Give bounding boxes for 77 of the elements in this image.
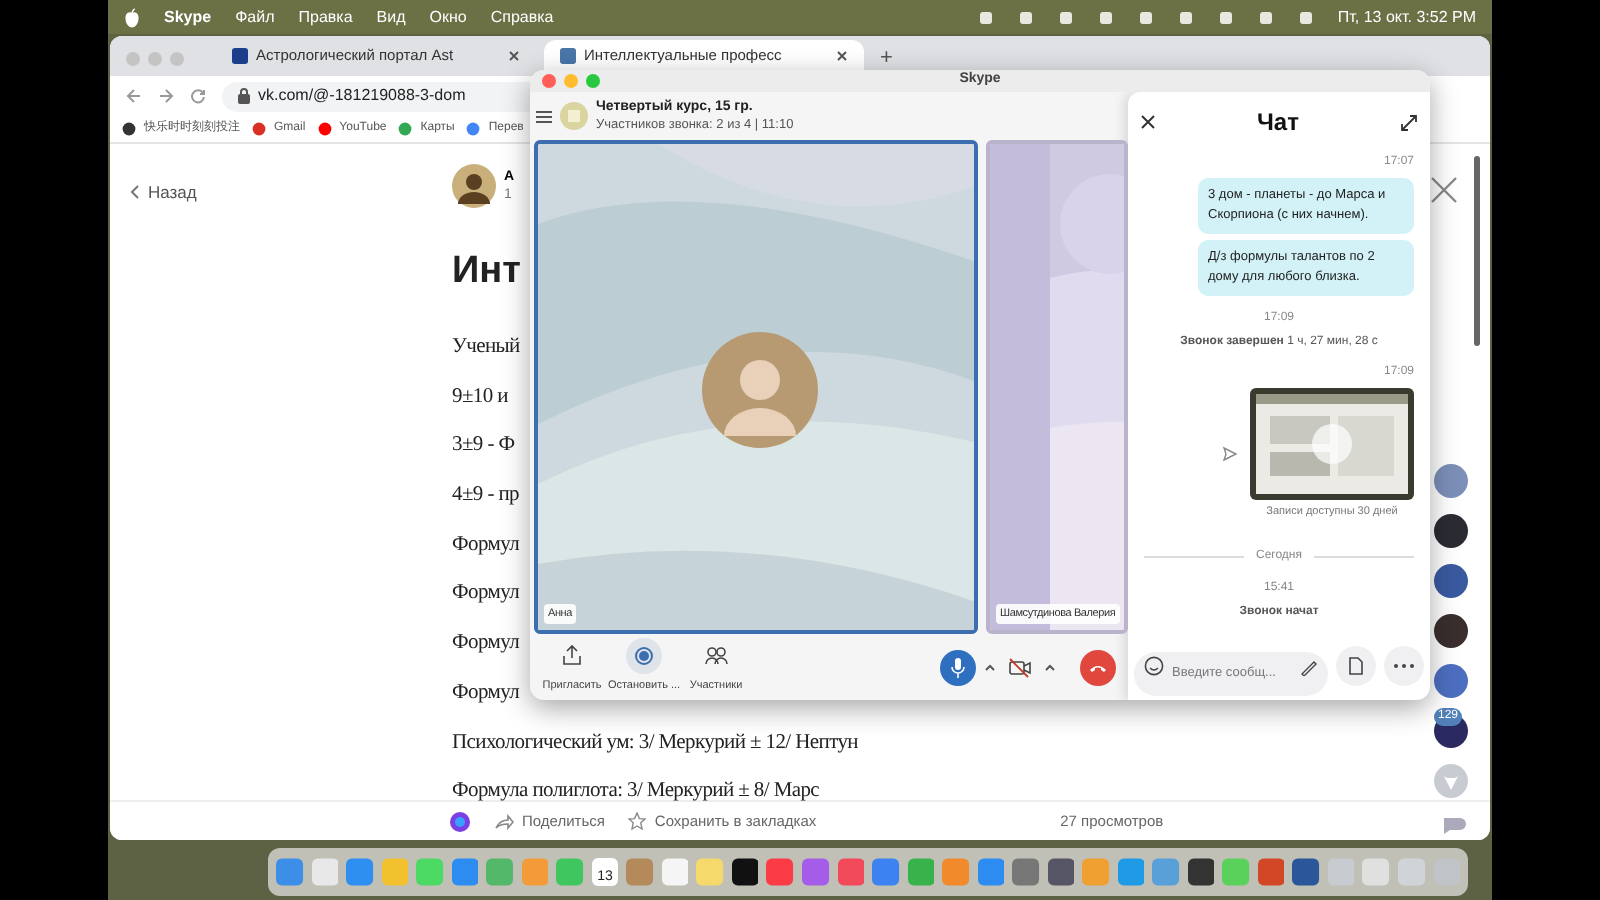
scrollbar[interactable]	[1474, 156, 1480, 346]
phone-icon	[1088, 661, 1108, 673]
forward-icon[interactable]	[158, 88, 174, 104]
status-icon[interactable]	[1017, 9, 1034, 25]
article-paragraph: 9±10 и	[452, 383, 508, 411]
article-paragraph: Формул	[452, 580, 520, 608]
status-icon[interactable]	[1057, 9, 1074, 25]
caret-icon[interactable]	[984, 661, 996, 673]
bookmark-icon	[466, 122, 481, 136]
lock-icon	[238, 88, 250, 104]
assistant-icon[interactable]	[450, 811, 470, 831]
group-avatar	[560, 102, 588, 130]
microphone-icon	[950, 657, 966, 677]
dog-icon[interactable]	[1434, 764, 1468, 798]
star-icon	[628, 812, 647, 830]
avatar	[702, 332, 818, 448]
camera-icon	[1008, 657, 1032, 677]
new-tab-button[interactable]: +	[880, 41, 893, 75]
menu-icon[interactable]	[536, 109, 552, 123]
record-icon	[632, 644, 656, 669]
microphone-button[interactable]	[940, 649, 976, 685]
more-button[interactable]	[1384, 646, 1424, 686]
menu-item[interactable]: Справка	[490, 5, 554, 29]
share-icon	[494, 813, 514, 829]
article-paragraph: 4±9 - пр	[452, 482, 519, 510]
end-call-button[interactable]	[1080, 649, 1116, 685]
status-icon[interactable]	[1297, 9, 1314, 25]
article-paragraph: Формул	[452, 679, 520, 707]
app-menu[interactable]: Skype	[164, 5, 212, 29]
back-icon[interactable]	[126, 88, 142, 104]
close-icon[interactable]	[508, 49, 520, 61]
close-icon[interactable]	[1140, 114, 1156, 130]
apple-icon[interactable]	[124, 7, 140, 27]
people-icon	[704, 644, 728, 669]
expand-icon[interactable]	[1399, 113, 1418, 131]
site-icon	[560, 47, 576, 63]
app-icon[interactable]	[731, 858, 759, 886]
article-paragraph: Психологический ум: 3/ Меркурий ± 12/ Нептун	[452, 729, 858, 756]
reload-icon[interactable]	[190, 88, 206, 104]
forward-icon[interactable]	[1222, 445, 1238, 462]
menu-item[interactable]: Правка	[298, 5, 353, 29]
menu-clock[interactable]: Пт, 13 окт. 3:52 PM	[1337, 5, 1476, 29]
file-icon	[1348, 656, 1364, 676]
bookmark-icon	[398, 122, 413, 136]
caret-icon[interactable]	[1044, 661, 1056, 673]
emoji-icon[interactable]	[1144, 656, 1164, 676]
menu-item[interactable]: Файл	[235, 5, 275, 29]
chevron-icon	[130, 184, 140, 201]
menu-item[interactable]: Вид	[376, 5, 406, 29]
article-paragraph: Формула полиглота: 3/ Меркурий ± 8/ Марс	[452, 778, 820, 806]
site-icon	[232, 47, 248, 63]
status-icon[interactable]	[977, 9, 994, 25]
bookmark-icon	[252, 122, 266, 136]
avatar[interactable]	[1434, 614, 1468, 648]
attach-file-button[interactable]	[1336, 646, 1376, 686]
article-paragraph: Ученый	[452, 334, 520, 361]
article-paragraph: 3±9 - Ф	[452, 432, 515, 460]
article-paragraph: Формул	[452, 531, 520, 559]
chat-title: Чат	[1257, 106, 1299, 140]
pen-icon[interactable]	[1300, 657, 1318, 675]
share-icon	[560, 644, 584, 669]
status-icon[interactable]	[1137, 9, 1154, 25]
article-title: Инт	[452, 248, 521, 296]
app-icon[interactable]	[1187, 858, 1215, 886]
back-link[interactable]: Назад	[130, 180, 197, 206]
bookmark-icon	[122, 122, 136, 136]
close-icon[interactable]	[836, 49, 848, 61]
bookmark-icon	[317, 122, 332, 136]
status-icon[interactable]	[1217, 9, 1234, 25]
avatar[interactable]	[1434, 514, 1468, 548]
status-icon[interactable]	[1257, 9, 1274, 25]
status-icon[interactable]	[1097, 9, 1114, 25]
menu-item[interactable]: Окно	[429, 5, 467, 29]
avatar[interactable]	[1434, 564, 1468, 598]
status-icon[interactable]	[1177, 9, 1194, 25]
article-paragraph: Формул	[452, 630, 520, 658]
avatar	[452, 164, 496, 208]
